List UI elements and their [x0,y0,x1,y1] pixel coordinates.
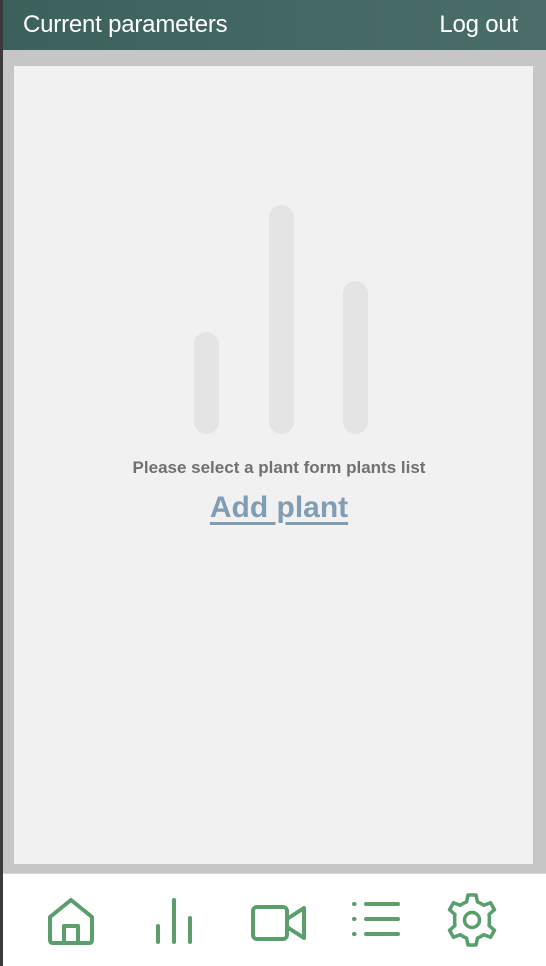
add-plant-link[interactable]: Add plant [14,491,544,525]
bottom-navigation [3,873,546,966]
placeholder-bar-tall [269,205,294,434]
nav-settings[interactable] [442,890,502,950]
nav-plants-list[interactable] [346,890,406,950]
logout-button[interactable]: Log out [439,10,518,40]
list-icon [352,902,400,936]
app-frame: Current parameters Log out Please select… [3,0,546,966]
nav-camera[interactable] [250,890,310,950]
placeholder-bar-medium [343,281,368,434]
nav-statistics[interactable] [144,890,204,950]
content-panel: Please select a plant form plants list A… [14,66,533,864]
video-camera-icon [251,905,306,941]
empty-state-message: Please select a plant form plants list [132,458,426,477]
nav-home[interactable] [41,890,101,950]
page-title: Current parameters [23,11,228,38]
gear-icon [447,893,497,947]
placeholder-bar-short [194,332,219,434]
home-icon [48,898,94,945]
bar-chart-icon [156,898,192,944]
top-bar: Current parameters Log out [3,0,546,50]
